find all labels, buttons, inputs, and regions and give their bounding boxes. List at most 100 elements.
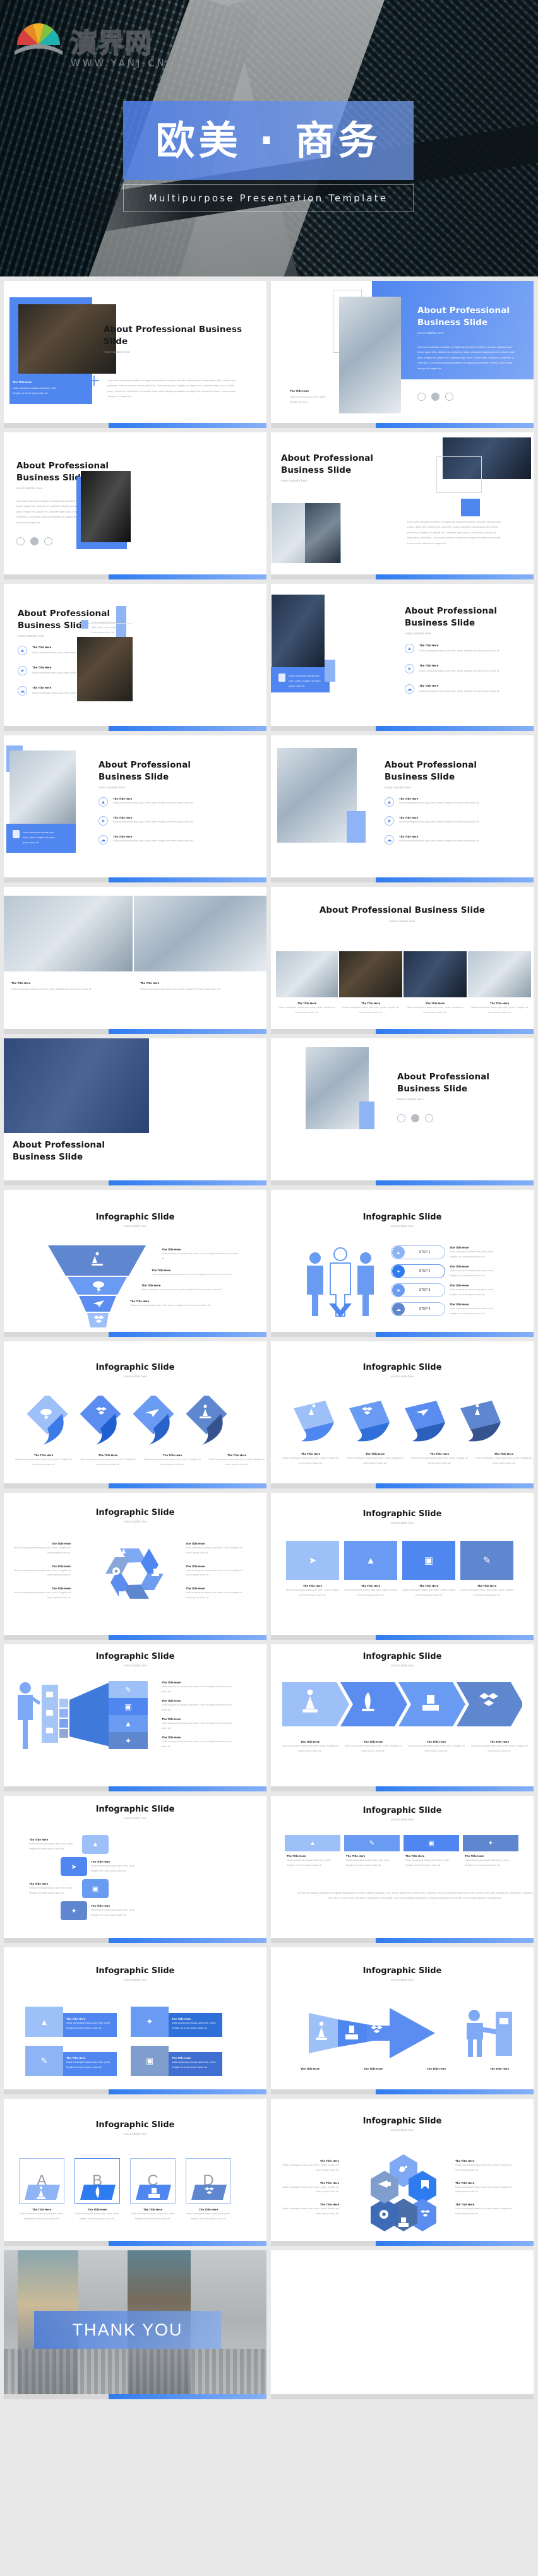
watermark: 演界网 WWW.YANJ.CN (11, 15, 167, 69)
tab-card[interactable]: ▲ The Title Here Nulla consequat massa q… (285, 1835, 340, 1868)
infographic-subtitle: Insert subtitle here (123, 2132, 147, 2135)
item-body: Nulla consequat massa quis enim. pede, f… (92, 620, 123, 634)
whatsapp-icon[interactable] (417, 393, 426, 401)
facebook-icon[interactable] (30, 537, 39, 545)
slide-infographic-person-bars[interactable]: Infographic Slide Insert subtitle here ✎… (4, 1644, 266, 1791)
list-item[interactable]: The Title Here Nulla consequat massa qui… (130, 1300, 241, 1308)
instagram-icon[interactable] (425, 1114, 433, 1122)
zig-row[interactable]: ➤ The Title Here Nulla consequat massa q… (61, 1857, 140, 1876)
step-row[interactable]: ☁ STEP 4 The Title Here Nulla consequat … (391, 1302, 496, 1316)
list-item[interactable]: ☁ The Title Here Nulla consequat massa q… (405, 684, 518, 694)
letter-card[interactable]: A The Title Here Nulla consequat massa q… (19, 2158, 64, 2221)
folder-card[interactable]: ✎ The Title Here Nulla consequat massa q… (25, 2046, 117, 2076)
infographic-title: Infographic Slide (95, 1213, 175, 1222)
list-item[interactable]: ➤ The Title Here Nulla consequat massa q… (385, 816, 495, 826)
folder-card[interactable]: ▣ The Title Here Nulla consequat massa q… (131, 2046, 222, 2076)
list-item[interactable]: ▲ The Title Here Nulla consequat massa q… (385, 797, 495, 807)
list-item[interactable]: ▲ The Title Here Nulla consequat massa q… (99, 797, 206, 807)
slide-about-1[interactable]: About Professional Business Slide Insert… (4, 281, 266, 428)
slide-infographic-zigzag[interactable]: Infographic Slide Insert subtitle here T… (4, 1796, 266, 1943)
slide-blank[interactable] (271, 2250, 534, 2399)
whatsapp-icon[interactable] (397, 1114, 405, 1122)
slide-progress-bar (271, 1786, 534, 1791)
slide-infographic-hexring[interactable]: Infographic Slide Insert subtitle here T… (271, 2099, 534, 2246)
list-item[interactable]: The Title Here Nulla consequat massa qui… (152, 1269, 241, 1277)
item-body: Nulla consequat massa quis enim. pede, f… (162, 1685, 232, 1693)
list-item[interactable]: ☁ The Title Here Nulla consequat massa q… (385, 835, 495, 845)
list-item[interactable]: The Title Here Nulla consequat massa qui… (162, 1718, 237, 1735)
slide-infographic-folders[interactable]: Infographic Slide Insert subtitle here ▲… (4, 1947, 266, 2094)
facebook-icon[interactable] (411, 1114, 419, 1122)
card[interactable]: ✎ The Title Here Nulla consequat massa q… (460, 1541, 513, 1598)
cover-slide[interactable]: 演界网 WWW.YANJ.CN 欧美 · 商务 Multipurpose Pre… (0, 0, 538, 276)
list-item[interactable]: ☁ The Title Here Nulla consequat massa q… (99, 835, 206, 845)
list-item[interactable]: The Title Here Nulla consequat massa qui… (162, 1248, 241, 1261)
whatsapp-icon[interactable] (16, 537, 25, 545)
slide-infographic-bigarrow[interactable]: Infographic Slide Insert subtitle here T… (271, 1947, 534, 2094)
slide-about-8[interactable]: About Professional Business Slide Insert… (271, 735, 534, 882)
zig-row[interactable]: The Title Here Nulla consequat massa qui… (29, 1835, 140, 1854)
slide-infographic-cards4[interactable]: Infographic Slide Insert subtitle here ➤… (271, 1493, 534, 1640)
cloud-bolt-icon: ☁ (392, 1303, 405, 1315)
social-links[interactable] (417, 393, 453, 401)
step-row[interactable]: ▲ STEP 1 The Title Here Nulla consequat … (391, 1245, 496, 1259)
facebook-icon[interactable] (431, 393, 439, 401)
folder-card[interactable]: ✦ The Title Here Nulla consequat massa q… (131, 2007, 222, 2037)
tab-card[interactable]: ✦ The Title Here Nulla consequat massa q… (463, 1835, 518, 1868)
slide-infographic-steps[interactable]: Infographic Slide Insert subtitle here ▲… (271, 1190, 534, 1337)
letter-card[interactable]: C The Title Here Nulla consequat massa q… (130, 2158, 176, 2221)
step-row[interactable]: ✦ STEP 2 The Title Here Nulla consequat … (391, 1264, 496, 1278)
card[interactable]: ▣ The Title Here Nulla consequat massa q… (402, 1541, 455, 1598)
item-body: Nulla consequat massa quis enim. pede, f… (419, 649, 500, 652)
instagram-icon[interactable] (44, 537, 52, 545)
card[interactable]: ▲ The Title Here Nulla consequat massa q… (344, 1541, 397, 1598)
slide-infographic-tabs[interactable]: Infographic Slide Insert subtitle here ▲… (271, 1796, 534, 1943)
list-item[interactable]: The Title Here Nulla consequat massa qui… (162, 1736, 237, 1753)
item-body: Nulla consequat massa quis enim. pede, f… (66, 2060, 111, 2069)
item-body: Nulla consequat massa quis enim. pede, f… (13, 386, 57, 395)
social-links[interactable] (16, 537, 52, 545)
list-item[interactable]: The Title Here Nulla consequat massa qui… (162, 1681, 237, 1698)
tab-card[interactable]: ✎ The Title Here Nulla consequat massa q… (344, 1835, 400, 1868)
letter-card[interactable]: B The Title Here Nulla consequat massa q… (75, 2158, 120, 2221)
item-body: Nulla consequat massa quis enim. pede, f… (289, 674, 321, 687)
slide-about-2[interactable]: About Professional Business Slide Insert… (271, 281, 534, 428)
slide-about-9[interactable]: The Title Here Nulla consequat massa qui… (4, 887, 266, 1034)
social-links[interactable] (397, 1114, 433, 1122)
slide-about-5[interactable]: About Professional Business Slide Insert… (4, 584, 266, 731)
card[interactable]: ➤ The Title Here Nulla consequat massa q… (286, 1541, 339, 1598)
slide-about-7[interactable]: Nulla consequat massa quis enim. pede, f… (4, 735, 266, 882)
slide-about-6[interactable]: Nulla consequat massa quis enim. pede, f… (271, 584, 534, 731)
list-item[interactable]: ➤ The Title Here Nulla consequat massa q… (405, 664, 518, 674)
item-title: The Title Here (419, 664, 439, 667)
item-title: The Title Here (11, 982, 31, 985)
slide-about-12[interactable]: About Professional Business Slide Insert… (271, 1038, 534, 1185)
folder-card[interactable]: ▲ The Title Here Nulla consequat massa q… (25, 2007, 117, 2037)
slide-about-11[interactable]: About Professional Business Slide (4, 1038, 266, 1185)
list-item[interactable]: The Title Here Nulla consequat massa qui… (162, 1699, 237, 1716)
zig-row[interactable]: The Title Here Nulla consequat massa qui… (29, 1879, 140, 1898)
slide-infographic-ribbons[interactable]: Infographic Slide Insert subtitle here T… (271, 1341, 534, 1488)
letter-card[interactable]: D The Title Here Nulla consequat massa q… (186, 2158, 231, 2221)
list-item[interactable]: The Title Here Nulla consequat massa qui… (141, 1284, 241, 1292)
item-body: Nulla consequat massa quis enim. pede, f… (75, 2212, 120, 2220)
instagram-icon[interactable] (445, 393, 453, 401)
slide-about-10[interactable]: About Professional Business Slide Insert… (271, 887, 534, 1034)
slide-infographic-chevrons[interactable]: Infographic Slide Insert subtitle here T… (271, 1644, 534, 1791)
slide-infographic-funnel[interactable]: Infographic Slide Insert subtitle here T… (4, 1190, 266, 1337)
slide-thank-you[interactable]: THANK YOU (4, 2250, 266, 2399)
tab-card[interactable]: ▣ The Title Here Nulla consequat massa q… (404, 1835, 459, 1868)
step-row[interactable]: ➤ STEP 3 The Title Here Nulla consequat … (391, 1283, 496, 1297)
slide-about-4[interactable]: About Professional Business Slide Insert… (271, 432, 534, 579)
list-item[interactable]: ▲ The Title Here Nulla consequat massa q… (405, 644, 518, 653)
slide-progress-bar (4, 2241, 266, 2246)
slide-infographic-abcd[interactable]: Infographic Slide Insert subtitle here A… (4, 2099, 266, 2246)
list-item[interactable]: ➤ The Title Here Nulla consequat massa q… (99, 816, 206, 826)
zig-row[interactable]: ✦ The Title Here Nulla consequat massa q… (61, 1901, 140, 1920)
paper-plane-icon: ➤ (385, 816, 394, 826)
slide-infographic-diamonds[interactable]: Infographic Slide Insert subtitle here T… (4, 1341, 266, 1488)
slide-infographic-pinwheel[interactable]: Infographic Slide Insert subtitle here T… (4, 1493, 266, 1640)
slide-about-3[interactable]: About Professional Business Slide Insert… (4, 432, 266, 579)
plus-icon (89, 376, 99, 386)
item-body: Nulla consequat massa quis enim. pede, f… (455, 2185, 512, 2193)
